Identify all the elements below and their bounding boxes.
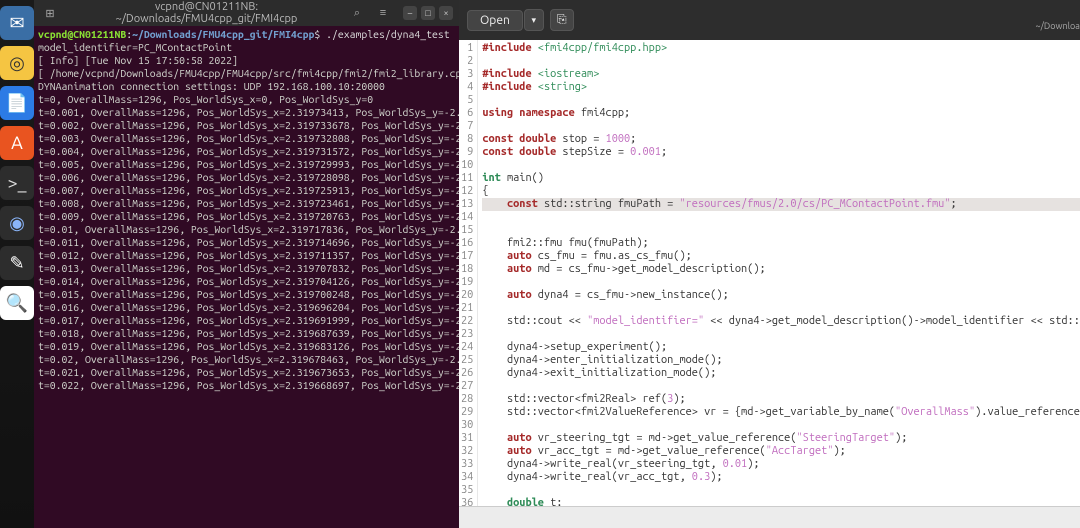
maximize-button[interactable]: □ — [421, 6, 435, 20]
file-path: ~/Downloads/FMU4cpp_git/FMI4cpp/examples — [574, 20, 1080, 33]
thunderbird-icon[interactable]: ✉ — [0, 6, 34, 40]
new-tab-icon[interactable]: ⊞ — [40, 3, 60, 23]
close-button[interactable]: × — [439, 6, 453, 20]
terminal-titlebar[interactable]: ⊞ vcpnd@CN01211NB: ~/Downloads/FMU4cpp_g… — [34, 0, 459, 26]
file-title: dyna4_test.cpp — [574, 7, 1080, 20]
ubuntu-dock: ✉ ◎ 📄 A >_ ◉ ✎ 🔍 — [0, 0, 34, 528]
terminal-body[interactable]: vcpnd@CN01211NB:~/Downloads/FMU4cpp_git/… — [34, 26, 459, 528]
text-editor-icon[interactable]: ✎ — [0, 246, 34, 280]
terminal-title: vcpnd@CN01211NB: ~/Downloads/FMU4cpp_git… — [66, 1, 347, 25]
libreoffice-writer-icon[interactable]: 📄 — [0, 86, 34, 120]
open-button[interactable]: Open — [467, 10, 523, 31]
search-icon[interactable]: ⌕ — [347, 3, 367, 23]
hamburger-icon[interactable]: ≡ — [373, 3, 393, 23]
minimize-button[interactable]: – — [403, 6, 417, 20]
network-icon[interactable]: ◉ — [0, 206, 34, 240]
line-gutter: 1234567891011121314151617181920212223242… — [459, 40, 478, 506]
terminal-window: ⊞ vcpnd@CN01211NB: ~/Downloads/FMU4cpp_g… — [34, 0, 459, 528]
gedit-header: Open ▾ ⎘ dyna4_test.cpp ~/Downloads/FMU4… — [459, 0, 1080, 40]
ubuntu-software-icon[interactable]: A — [0, 126, 34, 160]
rhythmbox-icon[interactable]: ◎ — [0, 46, 34, 80]
statusbar: C++ ▾ | Tab Width: 8 ▾ — [459, 506, 1080, 528]
magnifier-icon[interactable]: 🔍 — [0, 286, 34, 320]
terminal-icon[interactable]: >_ — [0, 166, 34, 200]
open-dropdown-icon[interactable]: ▾ — [524, 9, 544, 31]
code-area[interactable]: #include <fmi4cpp/fmi4cpp.hpp> #include … — [478, 40, 1080, 506]
new-document-icon[interactable]: ⎘ — [550, 9, 574, 31]
gedit-window: Open ▾ ⎘ dyna4_test.cpp ~/Downloads/FMU4… — [459, 0, 1080, 528]
editor-area[interactable]: 1234567891011121314151617181920212223242… — [459, 40, 1080, 506]
